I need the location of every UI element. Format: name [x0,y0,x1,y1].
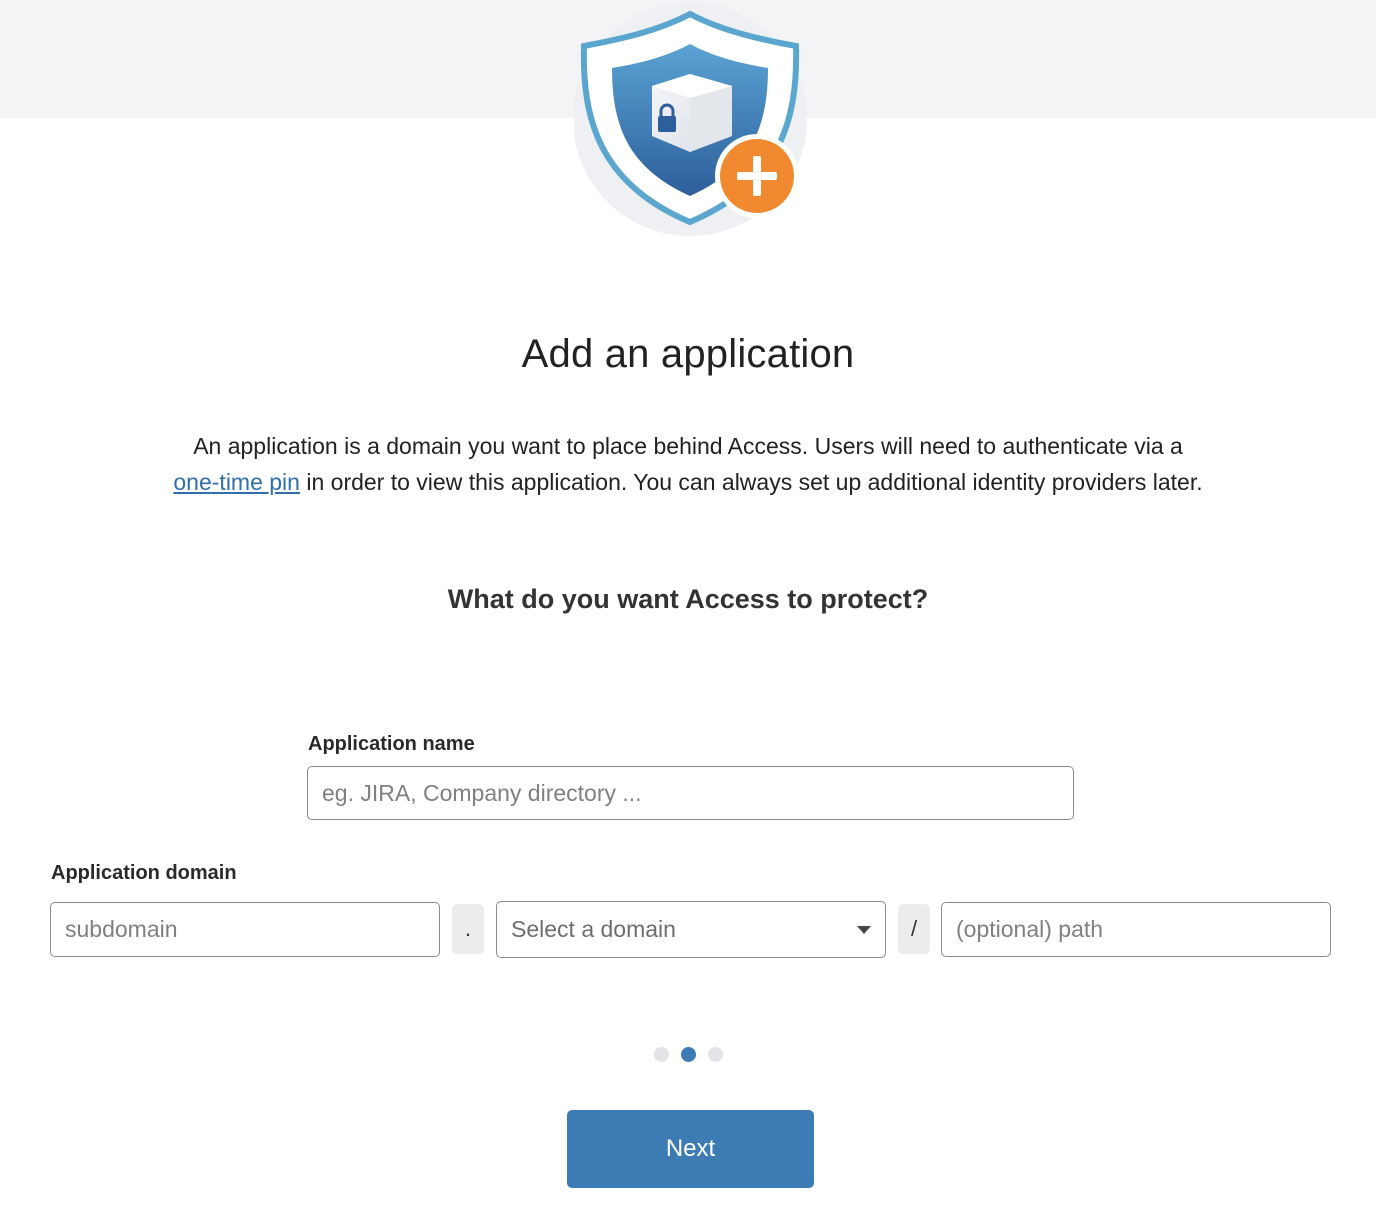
app-name-input[interactable] [307,766,1074,820]
description-text-start: An application is a domain you want to p… [193,433,1183,459]
subdomain-input[interactable] [50,902,440,957]
step-indicator [654,1045,728,1063]
dot-separator: . [452,904,484,954]
description-text-end: in order to view this application. You c… [299,469,1203,495]
next-button[interactable]: Next [567,1110,814,1188]
path-input[interactable] [941,902,1331,957]
shield-lock-plus-icon [574,2,807,236]
domain-select[interactable]: Select a domain [496,901,886,958]
step-dot-2-active [681,1046,696,1062]
chevron-down-icon [857,925,871,934]
app-name-label: Application name [308,733,475,755]
step-dot-1 [654,1046,669,1062]
slash-separator: / [898,904,930,954]
protect-question-heading: What do you want Access to protect? [447,584,929,614]
page-title: Add an application [521,332,855,376]
domain-select-value: Select a domain [511,916,676,942]
hero-illustration [574,0,810,238]
one-time-pin-link[interactable]: one-time pin [173,469,300,495]
step-dot-3 [708,1046,723,1062]
page-description: An application is a domain you want to p… [100,428,1276,500]
app-domain-label: Application domain [51,862,237,884]
